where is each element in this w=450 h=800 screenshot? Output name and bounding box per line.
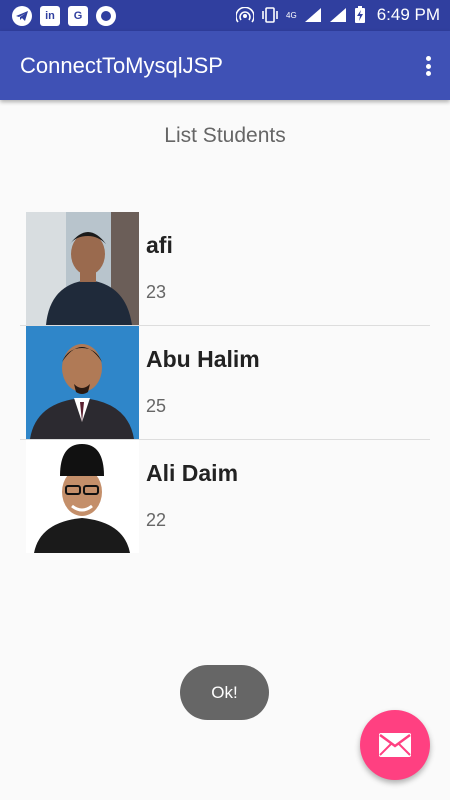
battery-charging-icon bbox=[354, 6, 365, 23]
app-title: ConnectToMysqlJSP bbox=[20, 53, 223, 78]
notification-icons: in G bbox=[12, 6, 116, 26]
student-name: Ali Daim bbox=[146, 460, 239, 486]
student-photo bbox=[26, 212, 139, 325]
student-list: afi 23 Abu Halim 25 Ali Daim 22 bbox=[20, 212, 430, 554]
network-type: 4G bbox=[286, 10, 297, 20]
status-bar: in G 4G 6:49 PM bbox=[0, 0, 450, 31]
student-name: Abu Halim bbox=[146, 346, 260, 372]
list-item[interactable]: Ali Daim 22 bbox=[20, 440, 430, 554]
signal-icon bbox=[304, 8, 321, 22]
email-icon bbox=[379, 733, 411, 757]
student-age: 25 bbox=[146, 396, 167, 416]
record-icon bbox=[96, 6, 116, 26]
student-photo bbox=[26, 326, 139, 439]
signal-icon-2 bbox=[329, 8, 346, 22]
more-vert-icon[interactable] bbox=[420, 53, 436, 79]
student-photo bbox=[26, 440, 139, 553]
student-age: 23 bbox=[146, 282, 167, 302]
hotspot-icon bbox=[236, 7, 255, 23]
page-title: List Students bbox=[164, 124, 286, 147]
email-fab-button[interactable] bbox=[360, 710, 430, 780]
toast-message: Ok! bbox=[180, 665, 269, 720]
clock: 6:49 PM bbox=[376, 5, 440, 24]
list-item[interactable]: Abu Halim 25 bbox=[20, 326, 430, 440]
student-age: 22 bbox=[146, 510, 167, 530]
student-name: afi bbox=[146, 232, 173, 258]
vibrate-icon bbox=[262, 7, 278, 23]
google-plus-icon: G bbox=[68, 6, 88, 26]
app-bar: ConnectToMysqlJSP bbox=[0, 31, 450, 100]
telegram-icon bbox=[12, 6, 32, 26]
linkedin-icon: in bbox=[40, 6, 60, 26]
list-item[interactable]: afi 23 bbox=[20, 212, 430, 326]
system-icons: 4G 6:49 PM bbox=[236, 5, 440, 25]
